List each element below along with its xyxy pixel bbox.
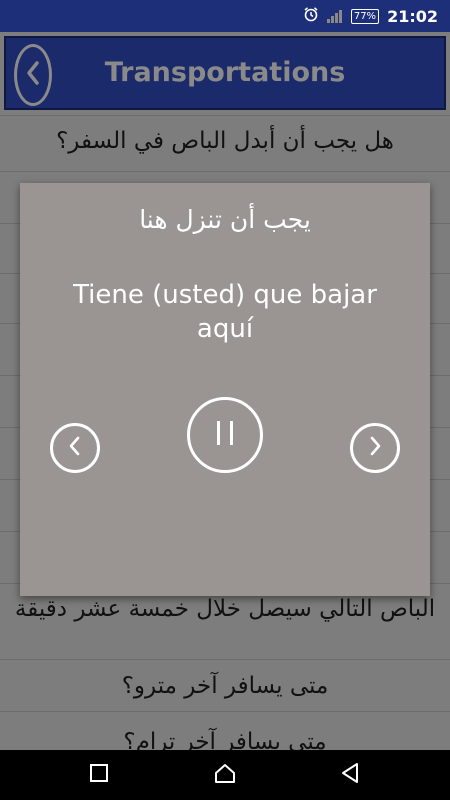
recents-button[interactable] — [69, 750, 129, 800]
status-time: 21:02 — [387, 6, 438, 26]
chevron-right-icon — [367, 435, 383, 461]
arabic-phrase: يجب أن تنزل هنا — [139, 205, 311, 234]
list-item[interactable]: هل يجب أن أبدل الباص في السفر؟ — [0, 116, 450, 172]
recents-icon — [89, 763, 109, 787]
next-button[interactable] — [350, 423, 400, 473]
home-button[interactable] — [195, 750, 255, 800]
list-item-text: متى يسافر آخر مترو؟ — [121, 673, 329, 699]
back-nav-button[interactable] — [320, 750, 380, 800]
status-bar: 77% 21:02 — [0, 0, 450, 32]
list-item[interactable]: متى يسافر آخر مترو؟ — [0, 660, 450, 712]
alarm-icon — [303, 6, 319, 26]
list-item-text: متى يسافر آخر ترام؟ — [123, 729, 327, 750]
phrase-dialog: يجب أن تنزل هنا Tiene (usted) que bajar … — [20, 183, 430, 596]
battery-icon: 77% — [350, 8, 380, 24]
list-item-text: هل يجب أن أبدل الباص في السفر؟ — [56, 128, 394, 154]
previous-button[interactable] — [50, 423, 100, 473]
pause-button[interactable] — [187, 397, 263, 473]
back-icon — [340, 762, 360, 788]
list-item-text: الباص التالي سيصل خلال خمسة عشر دقيقة — [14, 596, 436, 622]
header: Transportations — [4, 36, 446, 110]
list-item[interactable] — [0, 104, 450, 116]
page-title: Transportations — [104, 57, 346, 88]
pause-icon — [213, 418, 237, 452]
chevron-left-icon — [67, 435, 83, 461]
navigation-bar — [0, 750, 450, 800]
signal-icon — [326, 9, 343, 23]
spanish-translation: Tiene (usted) que bajar aquí — [73, 280, 377, 344]
home-icon — [214, 763, 236, 787]
list-item[interactable]: متى يسافر آخر ترام؟ — [0, 712, 450, 750]
status-icons: 77% 21:02 — [303, 0, 438, 32]
